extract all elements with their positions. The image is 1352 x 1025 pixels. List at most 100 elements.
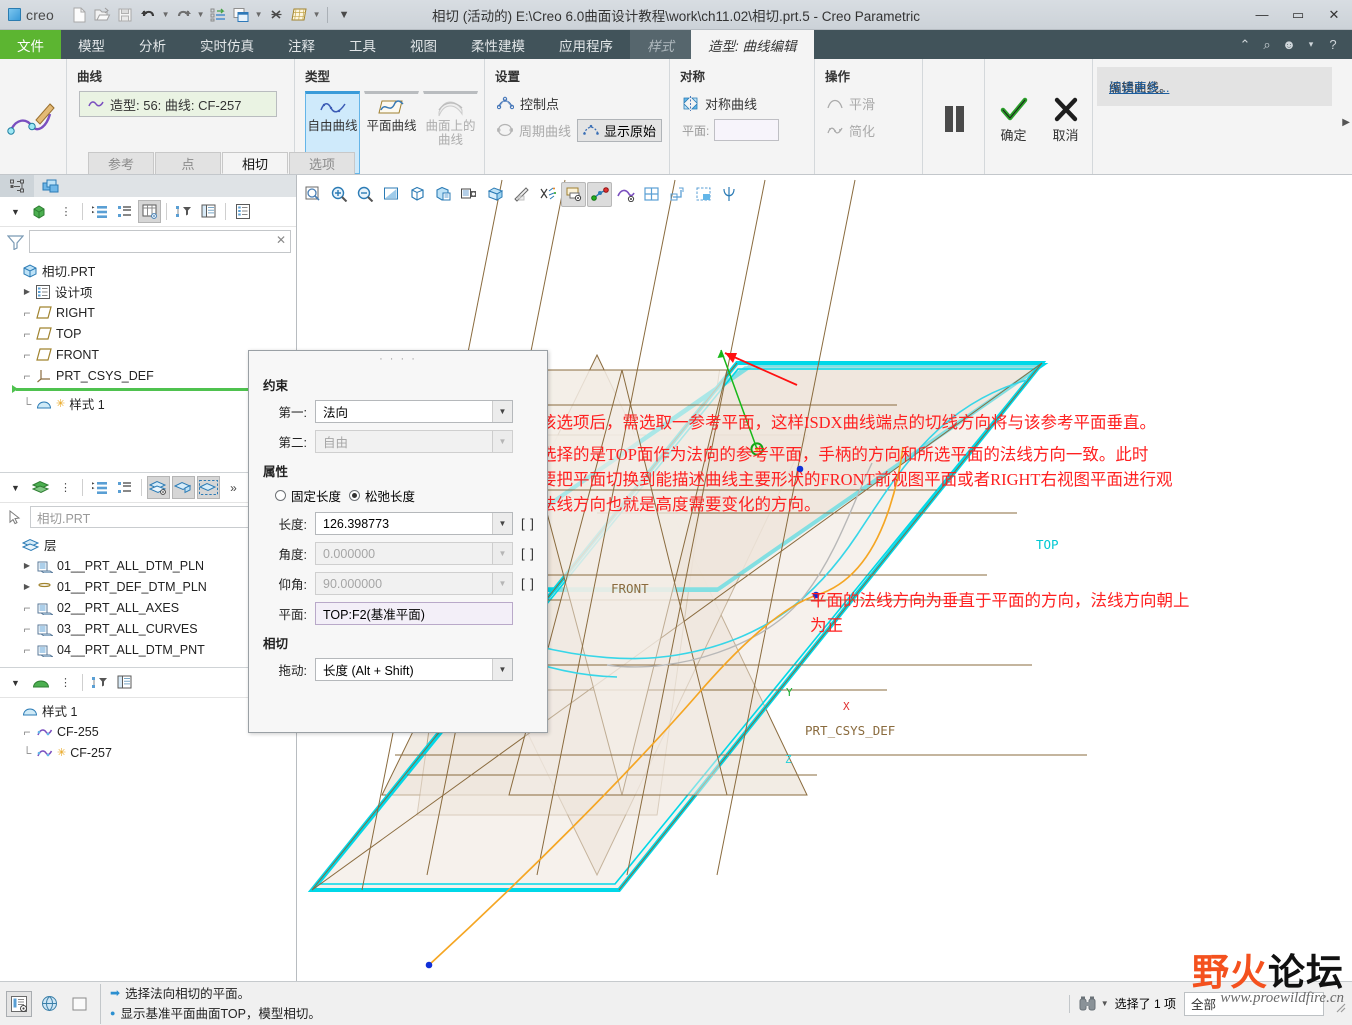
model-tree-tab[interactable] (0, 175, 34, 197)
close-window-icon[interactable] (265, 4, 287, 26)
cancel-button[interactable]: 取消 (1045, 97, 1087, 144)
ribbon-expand-icon[interactable]: ▶ (1342, 117, 1350, 128)
display-style-icon[interactable] (405, 182, 430, 207)
find-button[interactable]: ▼ (1078, 995, 1109, 1013)
periodic-curve-button[interactable]: 周期曲线 (497, 118, 571, 142)
chevron-down-icon[interactable]: ▼ (492, 659, 512, 680)
datum-display-icon[interactable] (288, 4, 310, 26)
layer-isolate-icon[interactable] (172, 476, 195, 499)
tab-model[interactable]: 模型 (61, 30, 122, 59)
save-icon[interactable] (114, 4, 136, 26)
layer-menu-icon[interactable]: ⋮ (54, 476, 77, 499)
style-display-icon[interactable] (113, 671, 136, 694)
ok-button[interactable]: 确定 (993, 97, 1035, 144)
globe-icon[interactable] (36, 991, 62, 1017)
elevation-bracket[interactable]: [ ] (521, 576, 535, 591)
symmetry-plane-field[interactable] (714, 119, 780, 141)
redo-dropdown-icon[interactable]: ▼ (195, 10, 206, 19)
clear-filter-icon[interactable]: ✕ (276, 233, 286, 247)
relaxed-length-radio[interactable]: 松弛长度 (349, 486, 415, 505)
length-row[interactable]: 长度: 126.398773 ▼ [ ] (249, 512, 547, 535)
show-original-button[interactable]: 显示原始 (577, 118, 663, 142)
style-filter-icon[interactable] (88, 671, 111, 694)
selection-filter-combo[interactable]: 全部 (1184, 991, 1324, 1016)
angle-row[interactable]: 角度: 0.000000 ▼ [ ] (249, 542, 547, 565)
tab-curve-edit[interactable]: 造型: 曲线编辑 (691, 30, 814, 59)
layer-collapse-icon[interactable]: ▼ (4, 476, 27, 499)
tangency-dialog[interactable]: · · · · 约束 第一: 法向 ▼ 第二: 自由 ▼ 属性 固定长度 松弛长… (248, 350, 548, 733)
window-maximize-icon[interactable] (66, 991, 92, 1017)
expand-arrow-icon[interactable]: ▶ (22, 287, 32, 296)
chevron-down-icon[interactable]: ▼ (492, 543, 512, 564)
drag-row[interactable]: 拖动: 长度 (Alt + Shift) ▼ (249, 658, 547, 681)
second-constraint-select[interactable]: 自由 ▼ (315, 430, 513, 453)
expand-all-icon[interactable] (88, 200, 111, 223)
curve-display-icon[interactable] (613, 182, 638, 207)
expand-arrow-icon[interactable]: ▶ (22, 561, 32, 570)
symmetric-curve-button[interactable]: 对称曲线 (682, 91, 808, 115)
plane-row[interactable]: 平面: TOP:F2(基准平面) (249, 602, 547, 625)
tab-file[interactable]: 文件 (0, 30, 61, 59)
smooth-button[interactable]: 平滑 (827, 91, 916, 115)
window-controls[interactable]: — ▭ ✕ (1244, 0, 1352, 29)
tree-menu-icon[interactable]: ⋮ (54, 200, 77, 223)
close-button[interactable]: ✕ (1316, 0, 1352, 29)
axis-display-icon[interactable] (665, 182, 690, 207)
tree-item-right[interactable]: ⌐ RIGHT (8, 302, 296, 323)
point-display-icon[interactable] (691, 182, 716, 207)
length-bracket[interactable]: [ ] (521, 516, 535, 531)
first-constraint-select[interactable]: 法向 ▼ (315, 400, 513, 423)
tab-live-simulation[interactable]: 实时仿真 (183, 30, 271, 59)
tab-annotate[interactable]: 注释 (271, 30, 332, 59)
subtab-points[interactable]: 点 (155, 152, 221, 174)
tab-flexible-modeling[interactable]: 柔性建模 (454, 30, 542, 59)
layer-select-icon[interactable] (197, 476, 220, 499)
minimize-button[interactable]: — (1244, 0, 1280, 29)
simplify-button[interactable]: 简化 (827, 118, 916, 142)
new-file-icon[interactable] (68, 4, 90, 26)
account-icon[interactable]: ☻ (1278, 34, 1300, 56)
refit-icon[interactable] (379, 182, 404, 207)
angle-input[interactable]: 0.000000 ▼ (315, 542, 513, 565)
model-tree-search-input[interactable] (29, 230, 291, 253)
undo-dropdown-icon[interactable]: ▼ (160, 10, 171, 19)
control-points-button[interactable]: 控制点 (497, 91, 663, 115)
status-bar-icons[interactable] (6, 990, 100, 1017)
layer-columns-icon[interactable] (113, 476, 136, 499)
undo-icon[interactable] (137, 4, 159, 26)
tree-item-design-items[interactable]: ▶ 设计项 (8, 281, 296, 302)
length-mode-radios[interactable]: 固定长度 松弛长度 (249, 486, 547, 505)
expand-arrow-icon[interactable]: ▶ (22, 582, 32, 591)
help-icon[interactable]: ? (1322, 34, 1344, 56)
dialog-drag-grip[interactable]: · · · · (249, 351, 547, 367)
quick-access-toolbar[interactable]: ▼ ▼ ▼ ▼ ▼ (64, 4, 355, 26)
chevron-down-icon[interactable]: ▼ (492, 573, 512, 594)
first-constraint-row[interactable]: 第一: 法向 ▼ (249, 400, 547, 423)
angle-bracket[interactable]: [ ] (521, 546, 535, 561)
chevron-down-icon[interactable]: ▼ (492, 401, 512, 422)
open-file-icon[interactable] (91, 4, 113, 26)
chevron-down-icon[interactable]: ▼ (492, 513, 512, 534)
tree-columns-icon[interactable] (113, 200, 136, 223)
graphics-toolbar[interactable] (297, 179, 746, 209)
repaint-icon[interactable] (301, 182, 326, 207)
datum-display-dropdown-icon[interactable]: ▼ (311, 10, 322, 19)
tab-applications[interactable]: 应用程序 (542, 30, 630, 59)
ribbon-tab-bar[interactable]: 文件 模型 分析 实时仿真 注释 工具 视图 柔性建模 应用程序 样式 造型: … (0, 30, 1352, 59)
datum-display-filters-icon[interactable] (535, 182, 560, 207)
chevron-down-icon[interactable]: ▾ (1300, 34, 1322, 56)
appearance-icon[interactable] (509, 182, 534, 207)
tab-view[interactable]: 视图 (393, 30, 454, 59)
search-icon[interactable]: ⌕ (1256, 34, 1278, 56)
layer-expand-icon[interactable] (88, 476, 111, 499)
plane-reference-field[interactable]: TOP:F2(基准平面) (315, 602, 513, 625)
zoom-out-icon[interactable] (353, 182, 378, 207)
layer-more-icon[interactable]: » (222, 476, 245, 499)
window-resize-grip[interactable] (1332, 999, 1346, 1013)
tree-settings-icon[interactable] (138, 200, 161, 223)
style-tree-curve-selected[interactable]: └ ✳ CF-257 (8, 742, 297, 763)
tree-display-icon[interactable] (197, 200, 220, 223)
annotation-display-icon[interactable] (561, 181, 586, 207)
datum-filter-icon[interactable] (6, 990, 32, 1017)
tab-tools[interactable]: 工具 (332, 30, 393, 59)
